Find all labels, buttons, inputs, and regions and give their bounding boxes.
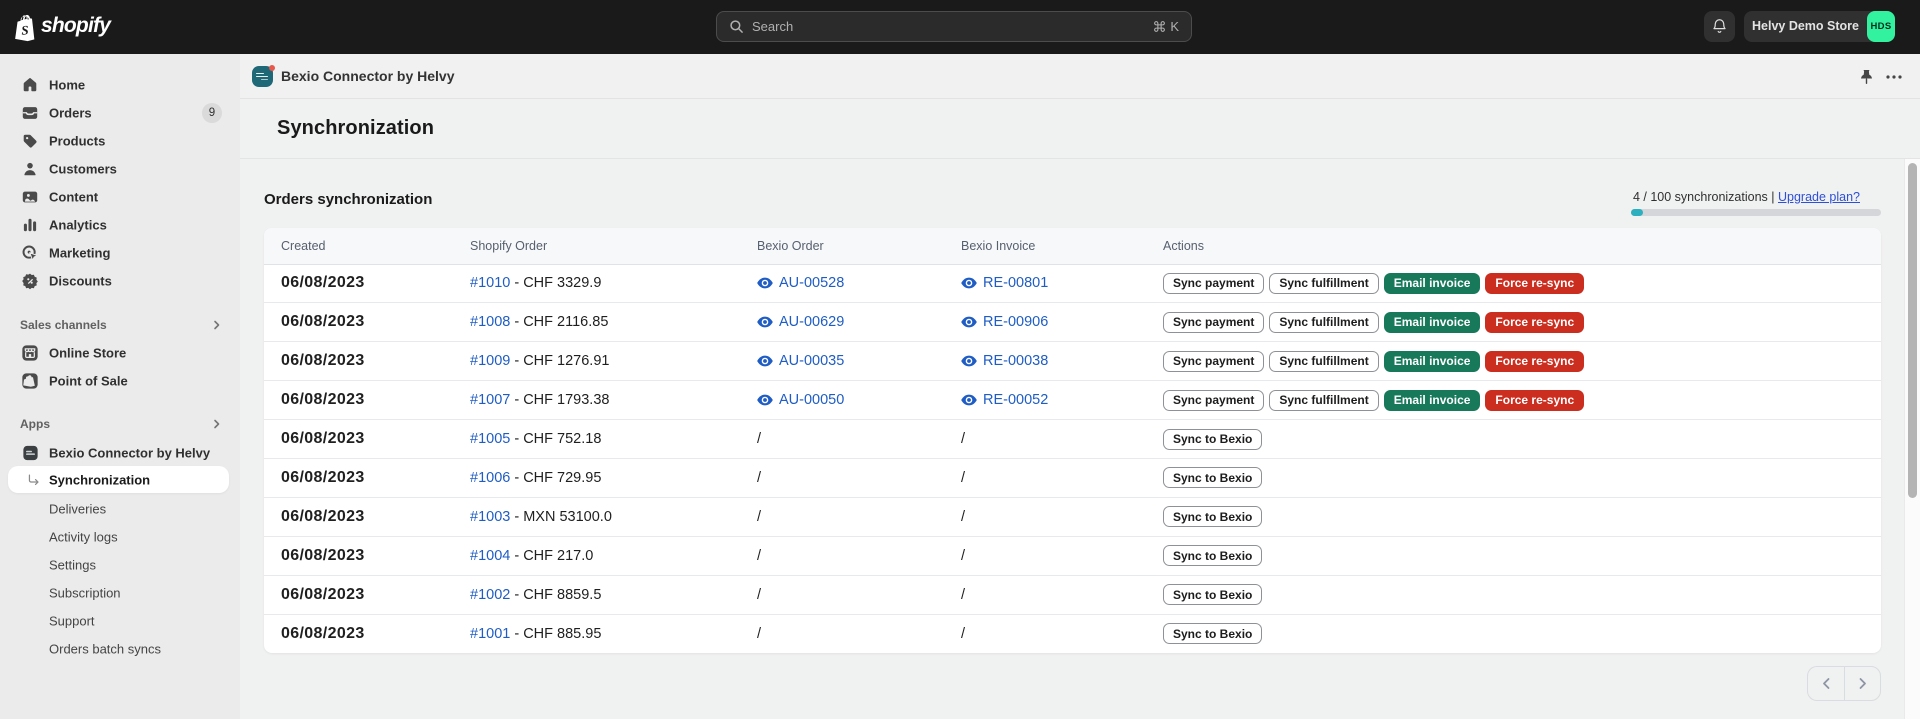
svg-text:S: S	[21, 22, 29, 37]
